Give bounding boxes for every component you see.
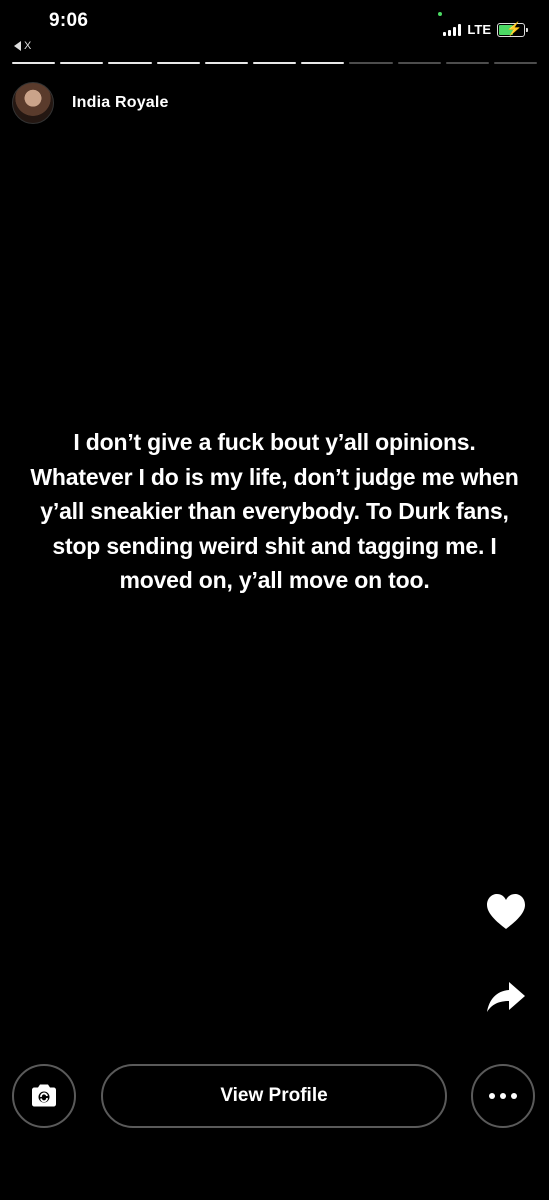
status-time: 9:06 <box>49 10 89 31</box>
charging-bolt-icon: ⚡ <box>506 20 523 36</box>
story-header[interactable]: India Royale <box>12 82 169 124</box>
camera-reply-button[interactable] <box>12 1064 76 1128</box>
share-arrow-icon[interactable] <box>485 978 527 1016</box>
back-app-label: X <box>24 40 32 52</box>
story-progress-segment <box>60 62 104 64</box>
status-indicators: LTE ⚡ <box>443 20 528 37</box>
privacy-indicator-dot <box>438 12 442 16</box>
story-progress-segment <box>493 62 538 64</box>
more-options-button[interactable] <box>471 1064 535 1128</box>
story-progress-segment <box>397 62 441 64</box>
back-arrow-icon <box>14 41 21 51</box>
heart-icon[interactable] <box>485 893 527 931</box>
camera-reply-icon <box>32 1084 56 1107</box>
story-progress-segment <box>301 62 345 64</box>
story-progress-segment <box>252 62 297 64</box>
network-type: LTE <box>467 22 491 37</box>
story-progress-segment <box>204 62 248 64</box>
view-profile-button[interactable]: View Profile <box>101 1064 447 1128</box>
story-text: I don’t give a fuck bout y’all opinions.… <box>30 429 519 593</box>
status-bar: 9:06 X LTE ⚡ <box>0 0 549 60</box>
story-action-bar: View Profile <box>0 1064 549 1128</box>
story-progress-segment <box>349 62 393 64</box>
back-to-app-link[interactable]: X <box>14 40 31 52</box>
story-progress-segment <box>12 62 56 64</box>
battery-charging-icon: ⚡ <box>497 20 528 37</box>
story-progress-segment <box>156 62 200 64</box>
story-progress-segment <box>445 62 489 64</box>
story-username[interactable]: India Royale <box>72 94 169 112</box>
story-progress-bar <box>12 62 538 65</box>
story-progress-segment <box>108 62 152 64</box>
profile-avatar[interactable] <box>12 82 54 124</box>
cellular-signal-icon <box>443 23 462 36</box>
more-options-icon <box>489 1093 517 1099</box>
